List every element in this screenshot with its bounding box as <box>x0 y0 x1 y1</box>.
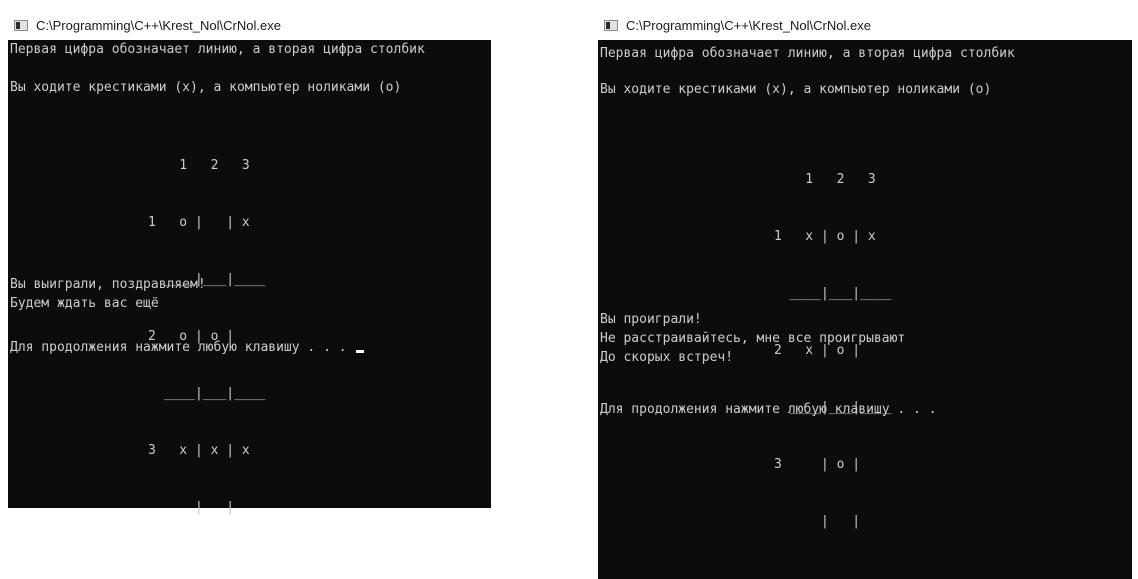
window-title: C:\Programming\C++\Krest_Nol\CrNol.exe <box>36 17 281 33</box>
board-row: ____|___|____ <box>148 386 266 401</box>
intro-line-1: Первая цифра обозначает линию, а вторая … <box>600 46 1015 61</box>
title-bar[interactable]: C:\Programming\C++\Krest_Nol\CrNol.exe <box>8 10 491 40</box>
console-window-left[interactable]: C:\Programming\C++\Krest_Nol\CrNol.exe П… <box>8 10 491 515</box>
continue-prompt: Для продолжения нажмите любую клавишу . … <box>10 340 355 355</box>
game-board: 1 2 3 1 o | | x ____|___|____ 2 o | o | … <box>148 118 265 555</box>
result-line-2: Будем ждать вас ещё <box>10 296 159 311</box>
result-line-3: До скорых встреч! <box>600 350 734 365</box>
text-cursor <box>356 350 365 353</box>
game-board: 1 2 3 1 x | o | x ____|___|____ 2 x | o … <box>774 132 891 569</box>
console-output[interactable]: Первая цифра обозначает линию, а вторая … <box>598 40 1132 579</box>
console-app-icon <box>604 19 618 31</box>
board-column-header: 1 2 3 <box>148 158 250 173</box>
intro-line-2: Вы ходите крестиками (х), а компьютер но… <box>10 80 402 95</box>
board-row: | | <box>148 500 235 515</box>
title-bar[interactable]: C:\Programming\C++\Krest_Nol\CrNol.exe <box>598 10 1132 40</box>
intro-line-1: Первая цифра обозначает линию, а вторая … <box>10 42 425 57</box>
intro-line-2: Вы ходите крестиками (х), а компьютер но… <box>600 82 992 97</box>
board-row: 1 x | o | x <box>774 229 876 244</box>
board-row: | | <box>774 514 861 529</box>
console-window-right[interactable]: C:\Programming\C++\Krest_Nol\CrNol.exe П… <box>598 10 1132 579</box>
continue-prompt-row: Для продолжения нажмите любую клавишу . … <box>10 338 365 357</box>
board-row: ____|___|____ <box>774 286 892 301</box>
board-column-header: 1 2 3 <box>774 172 876 187</box>
result-line-1: Вы проиграли! <box>600 312 702 327</box>
console-app-icon <box>14 19 28 31</box>
result-line-2: Не расстраивайтесь, мне все проигрывают <box>600 331 906 346</box>
console-output[interactable]: Первая цифра обозначает линию, а вторая … <box>8 40 491 515</box>
window-title: C:\Programming\C++\Krest_Nol\CrNol.exe <box>626 17 871 33</box>
board-row: 1 o | | x <box>148 215 250 230</box>
board-row: 3 x | x | x <box>148 443 250 458</box>
board-row: 3 | o | <box>774 457 861 472</box>
continue-prompt: Для продолжения нажмите любую клавишу . … <box>600 402 937 417</box>
result-line-1: Вы выиграли, поздравляем! <box>10 277 206 292</box>
